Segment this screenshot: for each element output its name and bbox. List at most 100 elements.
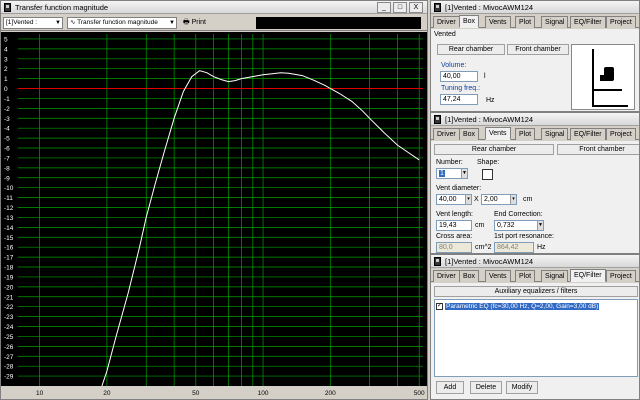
tab-plot[interactable]: Plot: [515, 16, 536, 28]
tab-plot[interactable]: Plot: [515, 128, 536, 140]
vents-panel: Rear chamber Front chamber Number: 1 ▼ S…: [431, 141, 639, 253]
chart-background: [1, 32, 427, 399]
y-tick-label: -16: [4, 245, 14, 252]
box-tabs: Driver Box Vents Plot Signal EQ/Filter P…: [431, 15, 639, 28]
tab-driver[interactable]: Driver: [433, 16, 460, 28]
x-axis-band: [1, 386, 427, 399]
box-window: [1]Vented : MivocAWM124 Driver Box Vents…: [430, 0, 640, 112]
y-tick-label: 2: [4, 66, 8, 73]
transfer-function-chart[interactable]: 543210-1-2-3-4-5-6-7-8-9-10-11-12-13-14-…: [1, 32, 427, 399]
spinner-icon: ▾: [510, 195, 516, 204]
box-diagram: [571, 44, 635, 110]
graph-window: Transfer function magnitude _ □ X [1]Ven…: [0, 0, 428, 400]
front-chamber-tab[interactable]: Front chamber: [557, 144, 639, 155]
length-input[interactable]: 19,43: [436, 220, 472, 231]
eq-window: [1]Vented : MivocAWM124 Driver Box Vents…: [430, 254, 640, 400]
y-tick-label: 3: [4, 56, 8, 63]
tab-vents[interactable]: Vents: [485, 16, 511, 28]
toolbar-status-box: [256, 17, 421, 29]
end-correction-select[interactable]: 0,732 ▼: [494, 220, 544, 231]
y-tick-label: -26: [4, 344, 14, 351]
x-tick-label: 200: [325, 390, 336, 397]
plot-select[interactable]: ∿ Transfer function magnitude ▼: [67, 17, 177, 29]
tab-project[interactable]: Project: [606, 128, 636, 140]
y-tick-label: -21: [4, 294, 14, 301]
y-tick-label: -29: [4, 374, 14, 381]
box-window-title: [1]Vented : MivocAWM124: [445, 3, 534, 12]
vents-titlebar[interactable]: [1]Vented : MivocAWM124: [431, 113, 639, 126]
tab-driver[interactable]: Driver: [433, 128, 460, 140]
end-correction-label: End Correction:: [494, 211, 543, 218]
add-button[interactable]: Add: [436, 381, 464, 394]
close-button[interactable]: X: [409, 2, 423, 13]
y-tick-label: -18: [4, 265, 14, 272]
tab-plot[interactable]: Plot: [515, 270, 536, 282]
tab-signal[interactable]: Signal: [541, 270, 569, 282]
project-select[interactable]: [1]Vented : ▼: [3, 17, 63, 29]
print-button[interactable]: 🖶 Print: [183, 17, 206, 29]
port-resonance-unit: Hz: [537, 244, 546, 251]
app-icon: [434, 3, 441, 12]
list-item[interactable]: ✓ Parametric EQ (fc=30,00 Hz, Q=2,00, Gai…: [436, 302, 636, 311]
y-tick-label: -1: [4, 96, 10, 103]
y-tick-label: -23: [4, 314, 14, 321]
front-chamber-button[interactable]: Front chamber: [507, 44, 569, 55]
y-tick-label: -2: [4, 106, 10, 113]
modify-button[interactable]: Modify: [506, 381, 538, 394]
x-tick-label: 20: [103, 390, 111, 397]
app-icon: [4, 3, 11, 12]
tab-eq-filter[interactable]: EQ/Filter: [570, 269, 606, 282]
volume-unit: l: [484, 73, 486, 80]
minimize-button[interactable]: _: [377, 2, 391, 13]
cross-area-label: Cross area:: [436, 233, 473, 240]
tab-eq-filter[interactable]: EQ/Filter: [570, 16, 606, 28]
app-icon: [434, 257, 441, 266]
check-icon[interactable]: ✓: [436, 302, 443, 310]
y-tick-label: -10: [4, 185, 14, 192]
box-panel: Vented Rear chamber Front chamber Volume…: [431, 29, 639, 111]
delete-button[interactable]: Delete: [470, 381, 502, 394]
box-outline: [592, 49, 628, 107]
tab-box[interactable]: Box: [459, 128, 480, 140]
y-tick-label: 4: [4, 46, 8, 53]
tab-box[interactable]: Box: [459, 15, 480, 28]
diameter-input[interactable]: 40,00 ▾: [436, 194, 472, 205]
graph-titlebar[interactable]: Transfer function magnitude _ □ X: [1, 1, 427, 14]
volume-input[interactable]: 40,00: [440, 71, 478, 82]
chevron-down-icon: ▼: [169, 20, 175, 26]
times-label: X: [474, 196, 479, 203]
eq-tabs: Driver Box Vents Plot Signal EQ/Filter P…: [431, 268, 639, 282]
y-tick-label: -15: [4, 235, 14, 242]
tab-box[interactable]: Box: [459, 270, 480, 282]
eq-titlebar[interactable]: [1]Vented : MivocAWM124: [431, 255, 639, 268]
cross-area-value: 80,0: [436, 242, 472, 253]
port-resonance-value: 864,42: [494, 242, 534, 253]
eq-panel: Auxiliary equalizers / filters ✓ Parametr…: [431, 283, 639, 399]
tab-driver[interactable]: Driver: [433, 270, 460, 282]
port-resonance-label: 1st port resonance:: [494, 233, 554, 240]
tab-project[interactable]: Project: [606, 16, 636, 28]
tab-signal[interactable]: Signal: [541, 16, 569, 28]
shape-label: Shape:: [477, 159, 500, 166]
y-tick-label: -8: [4, 165, 10, 172]
rear-chamber-button[interactable]: Rear chamber: [437, 44, 505, 55]
count-input[interactable]: 2,00 ▾: [481, 194, 517, 205]
tab-project[interactable]: Project: [606, 270, 636, 282]
y-tick-label: -20: [4, 284, 14, 291]
tab-signal[interactable]: Signal: [541, 128, 569, 140]
tuning-input[interactable]: 47,24: [440, 94, 478, 105]
chevron-down-icon: ▼: [537, 221, 543, 230]
y-tick-label: -4: [4, 126, 10, 133]
tab-eq-filter[interactable]: EQ/Filter: [570, 128, 606, 140]
eq-filter-list[interactable]: ✓ Parametric EQ (fc=30,00 Hz, Q=2,00, Gai…: [434, 299, 638, 377]
chevron-down-icon: ▼: [55, 20, 61, 26]
tab-vents[interactable]: Vents: [485, 127, 511, 140]
number-select[interactable]: 1 ▼: [436, 168, 468, 179]
box-titlebar[interactable]: [1]Vented : MivocAWM124: [431, 1, 639, 14]
x-tick-label: 10: [36, 390, 44, 397]
shape-checkbox[interactable]: [482, 169, 493, 180]
y-tick-label: 0: [4, 86, 8, 93]
tab-vents[interactable]: Vents: [485, 270, 511, 282]
maximize-button[interactable]: □: [393, 2, 407, 13]
rear-chamber-tab[interactable]: Rear chamber: [434, 144, 554, 155]
